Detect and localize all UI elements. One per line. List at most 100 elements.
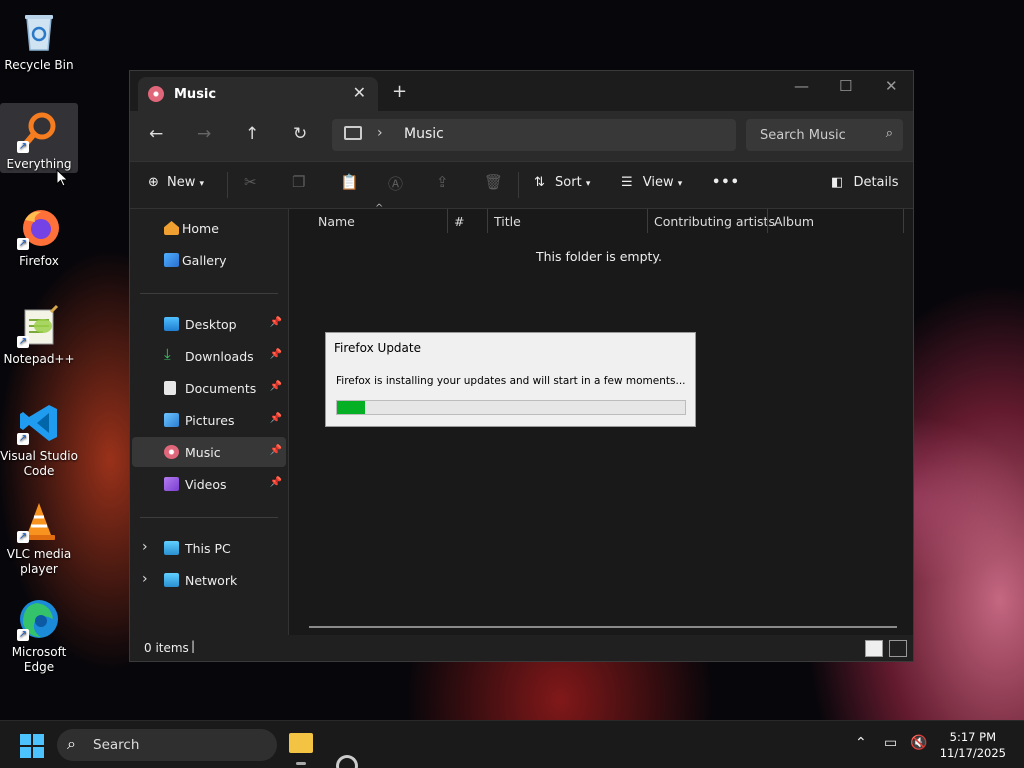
mouse-cursor-icon [56, 169, 68, 187]
maximize-icon[interactable]: ☐ [839, 77, 852, 95]
desktop-folder-icon [164, 317, 179, 331]
desktop-icon-vscode[interactable]: ↗ Visual Studio Code [0, 395, 78, 479]
title-bar[interactable]: Music ✕ + — ☐ ✕ [130, 71, 913, 111]
up-arrow-icon[interactable]: ↑ [245, 124, 259, 144]
pin-icon[interactable]: 📌 [270, 349, 282, 360]
toolbar-divider [518, 172, 519, 198]
paste-icon[interactable]: 📋 [340, 173, 359, 191]
music-folder-icon [148, 86, 164, 102]
sidebar-item-label: Desktop [185, 317, 237, 332]
shortcut-arrow-icon: ↗ [17, 629, 29, 641]
column-separator[interactable] [487, 209, 488, 233]
cut-icon[interactable]: ✂ [244, 173, 257, 191]
chevron-right-icon[interactable]: › [377, 125, 383, 141]
sidebar-item-pictures[interactable]: Pictures 📌 [132, 405, 286, 435]
network-status-icon[interactable]: ▭ [884, 735, 897, 751]
address-bar[interactable]: › Music [332, 119, 736, 151]
sort-button-label: Sort [555, 175, 582, 190]
sidebar-divider [140, 293, 278, 294]
sidebar-item-label: Downloads [185, 349, 254, 364]
horizontal-scrollbar[interactable] [309, 626, 897, 628]
window-close-icon[interactable]: ✕ [885, 77, 898, 95]
pin-icon[interactable]: 📌 [270, 317, 282, 328]
desktop-icon-edge[interactable]: ↗ Microsoft Edge [0, 591, 78, 675]
sidebar-item-music[interactable]: Music 📌 [132, 437, 286, 467]
windows-logo-icon [33, 734, 44, 745]
firefox-update-dialog[interactable]: Firefox Update Firefox is installing you… [325, 332, 696, 427]
breadcrumb[interactable]: Music [404, 126, 444, 142]
volume-muted-icon[interactable]: 🔇 [910, 735, 927, 751]
system-clock[interactable]: 5:17 PM 11/17/2025 [940, 729, 1006, 761]
rename-icon[interactable]: Ⓐ [388, 173, 403, 194]
sort-icon: ⇅ [534, 175, 545, 190]
desktop-icon-recycle-bin[interactable]: Recycle Bin [0, 4, 78, 74]
search-icon[interactable]: ⌕ [886, 126, 893, 141]
pin-icon[interactable]: 📌 [270, 477, 282, 488]
sort-button[interactable]: ⇅ Sort ▾ [534, 175, 590, 190]
desktop-icon-notepad-plus-plus[interactable]: ↗ Notepad++ [0, 298, 78, 368]
desktop-icon-everything[interactable]: ↗ Everything [0, 103, 78, 173]
desktop-icon-firefox[interactable]: ↗ Firefox [0, 200, 78, 270]
delete-icon[interactable]: 🗑 [484, 173, 503, 191]
tiles-view-toggle-icon[interactable] [889, 640, 907, 657]
shortcut-arrow-icon: ↗ [17, 433, 29, 445]
refresh-icon[interactable]: ↻ [293, 124, 307, 144]
pin-icon[interactable]: 📌 [270, 445, 282, 456]
desktop-icon-label: Firefox [19, 254, 59, 268]
details-pane-icon: ◧ [831, 175, 844, 190]
windows-logo-icon [33, 747, 44, 758]
new-button[interactable]: ⊕ New ▾ [148, 175, 204, 190]
column-header-number[interactable]: # [454, 214, 464, 238]
sidebar-item-home[interactable]: Home [132, 213, 286, 243]
empty-folder-message: This folder is empty. [535, 249, 663, 264]
search-box[interactable]: ⌕ [746, 119, 903, 151]
desktop-icon-label: Notepad++ [3, 352, 75, 366]
chevron-right-icon[interactable]: › [142, 571, 148, 587]
sidebar-item-network[interactable]: › Network [132, 565, 286, 595]
home-icon [164, 221, 179, 235]
more-options-icon[interactable]: ••• [712, 175, 740, 190]
start-button[interactable] [20, 734, 44, 758]
column-separator[interactable] [767, 209, 768, 233]
pin-icon[interactable]: 📌 [270, 413, 282, 424]
sidebar-item-desktop[interactable]: Desktop 📌 [132, 309, 286, 339]
desktop-icon-vlc[interactable]: ↗ VLC media player [0, 493, 78, 577]
sidebar-item-gallery[interactable]: Gallery [132, 245, 286, 275]
recycle-bin-icon [17, 10, 61, 54]
show-hidden-icons-chevron-icon[interactable]: ⌃ [855, 735, 867, 751]
copy-icon[interactable]: ❐ [292, 173, 305, 191]
column-header-contributing-artists[interactable]: Contributing artists [654, 214, 775, 238]
back-arrow-icon[interactable]: ← [149, 124, 163, 144]
column-separator[interactable] [647, 209, 648, 233]
column-separator[interactable] [447, 209, 448, 233]
minimize-icon[interactable]: — [794, 77, 809, 95]
sidebar-item-this-pc[interactable]: › This PC [132, 533, 286, 563]
view-button[interactable]: ☰ View ▾ [621, 175, 682, 190]
details-pane-button[interactable]: ◧ Details [831, 175, 899, 190]
search-input[interactable] [746, 119, 871, 151]
sidebar-item-documents[interactable]: Documents 📌 [132, 373, 286, 403]
vscode-icon: ↗ [17, 401, 61, 445]
share-icon[interactable]: ⇪ [436, 173, 449, 191]
forward-arrow-icon[interactable]: → [197, 124, 211, 144]
shortcut-arrow-icon: ↗ [17, 141, 29, 153]
tab-close-icon[interactable]: ✕ [353, 83, 366, 102]
clock-date: 11/17/2025 [939, 746, 1006, 760]
details-view-toggle-icon[interactable] [865, 640, 883, 657]
desktop-icon-label: Visual Studio Code [0, 449, 78, 478]
pin-icon[interactable]: 📌 [270, 381, 282, 392]
sidebar-item-videos[interactable]: Videos 📌 [132, 469, 286, 499]
column-separator[interactable] [903, 209, 904, 233]
new-tab-icon[interactable]: + [392, 81, 407, 102]
sidebar-item-downloads[interactable]: ⤓ Downloads 📌 [132, 341, 286, 371]
sidebar-item-label: Pictures [185, 413, 235, 428]
taskbar-search-box[interactable]: ⌕ Search [57, 729, 277, 761]
loading-spinner-icon [336, 755, 358, 768]
documents-icon [164, 381, 176, 395]
tab-music[interactable]: Music ✕ [138, 77, 378, 111]
column-header-title[interactable]: Title [494, 214, 521, 238]
file-explorer-taskbar-icon[interactable] [289, 733, 313, 753]
column-header-name[interactable]: Name [318, 214, 355, 238]
chevron-right-icon[interactable]: › [142, 539, 148, 555]
column-header-album[interactable]: Album [774, 214, 814, 238]
